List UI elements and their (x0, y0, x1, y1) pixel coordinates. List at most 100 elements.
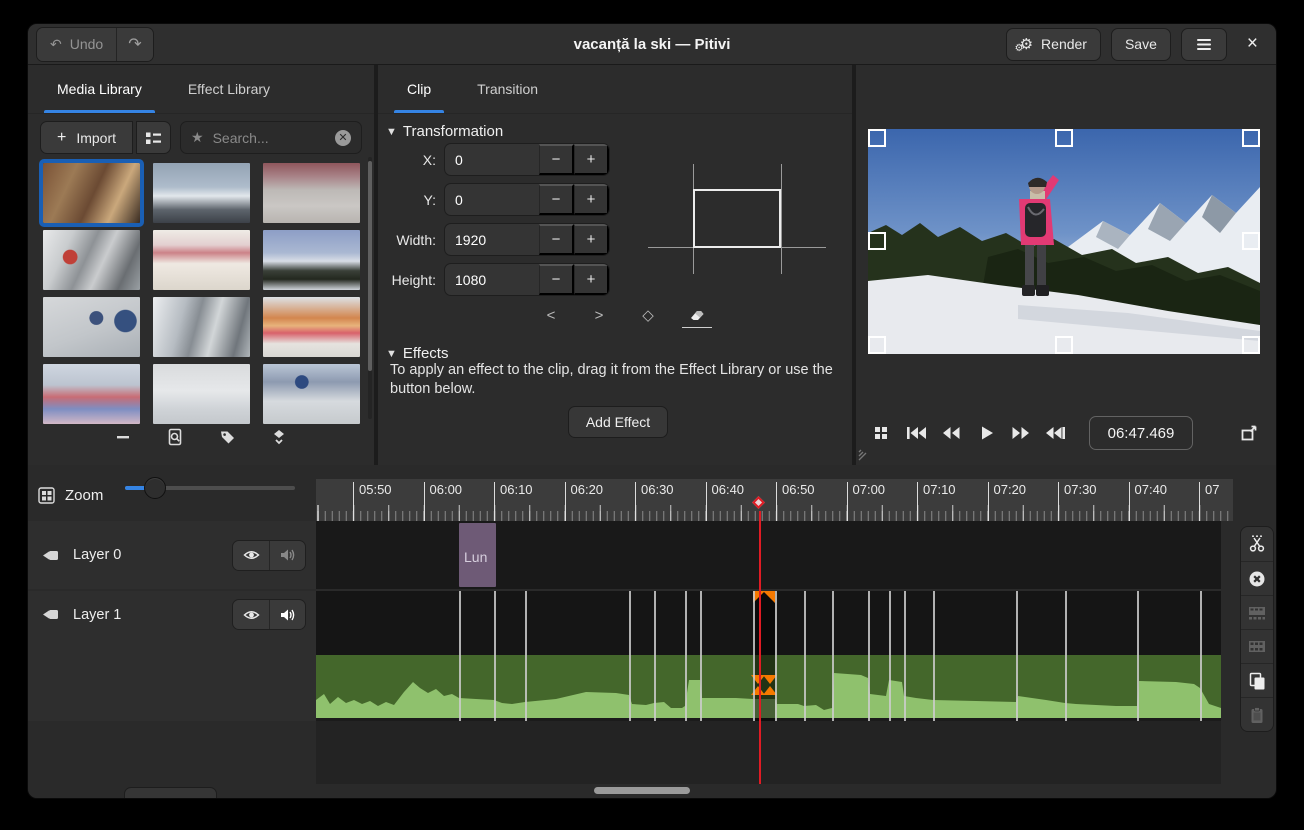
clip-boundary[interactable] (933, 591, 935, 721)
clip-boundary[interactable] (700, 591, 702, 721)
go-to-end-button[interactable] (1043, 418, 1069, 448)
list-view-toggle-button[interactable] (136, 121, 171, 154)
rewind-button[interactable] (938, 418, 964, 448)
clip-boundary[interactable] (753, 591, 755, 721)
media-thumbnail-ski-lesson-kids[interactable] (153, 230, 250, 290)
transform-handle-bottom-left[interactable] (868, 336, 886, 354)
layer0-controls[interactable]: Layer 0 (28, 521, 316, 589)
clip-boundary[interactable] (1065, 591, 1067, 721)
clip-boundary[interactable] (525, 591, 527, 721)
media-thumbnail-slope-orange-fence[interactable] (263, 297, 360, 357)
width-increment-button[interactable]: + (574, 224, 609, 255)
timeline-horizontal-scrollbar[interactable] (594, 787, 690, 794)
group-button[interactable] (1241, 629, 1273, 663)
redo-button[interactable]: ↷ (116, 28, 152, 61)
tab-media-library[interactable]: Media Library (38, 65, 161, 113)
y-value[interactable]: 0 (445, 184, 539, 215)
tab-transition[interactable]: Transition (458, 65, 557, 113)
transform-handle-top-left[interactable] (868, 129, 886, 147)
height-value[interactable]: 1080 (445, 264, 539, 295)
layer1-track[interactable] (316, 591, 1221, 721)
transformation-box-widget[interactable] (648, 154, 826, 281)
copy-button[interactable] (1241, 663, 1273, 697)
clip-boundary[interactable] (775, 591, 777, 721)
width-value[interactable]: 1920 (445, 224, 539, 255)
empty-track-area[interactable] (316, 721, 1221, 784)
height-decrement-button[interactable]: − (539, 264, 574, 295)
transform-handle-bottom-right[interactable] (1242, 336, 1260, 354)
add-effect-button[interactable]: Add Effect (568, 406, 668, 438)
zoom-slider-handle[interactable] (144, 477, 166, 499)
x-decrement-button[interactable]: − (539, 144, 574, 175)
transformation-rect[interactable] (693, 189, 781, 248)
go-to-start-button[interactable] (903, 418, 929, 448)
ungroup-button[interactable] (1241, 595, 1273, 629)
media-thumbnail-ski-lift-slope[interactable] (153, 364, 250, 424)
media-thumbnail-mountain-vista-trees[interactable] (263, 230, 360, 290)
clip-boundary[interactable] (1137, 591, 1139, 721)
tab-clip[interactable]: Clip (388, 65, 450, 113)
clear-search-icon[interactable]: ✕ (335, 130, 351, 146)
x-value[interactable]: 0 (445, 144, 539, 175)
playback-dock-button[interactable] (868, 418, 894, 448)
layer1-controls[interactable]: Layer 1 (28, 591, 316, 721)
insert-end-button[interactable] (266, 424, 292, 450)
height-increment-button[interactable]: + (574, 264, 609, 295)
clip-boundary[interactable] (832, 591, 834, 721)
y-decrement-button[interactable]: − (539, 184, 574, 215)
layer1-visibility-button[interactable] (233, 600, 269, 629)
clip-boundary[interactable] (804, 591, 806, 721)
width-decrement-button[interactable]: − (539, 224, 574, 255)
transform-handle-top-right[interactable] (1242, 129, 1260, 147)
search-input[interactable]: ★ Search... ✕ (180, 121, 362, 154)
remove-clip-button[interactable] (110, 424, 136, 450)
media-thumbnail-skiers-group[interactable] (263, 364, 360, 424)
clip-boundary[interactable] (685, 591, 687, 721)
transform-handle-mid-right[interactable] (1242, 232, 1260, 250)
clip-boundary[interactable] (904, 591, 906, 721)
clip-boundary[interactable] (1200, 591, 1202, 721)
zoom-slider[interactable] (125, 477, 295, 499)
import-button[interactable]: + Import (40, 121, 133, 154)
transform-handle-mid-left[interactable] (868, 232, 886, 250)
clip-boundary[interactable] (868, 591, 870, 721)
y-increment-button[interactable]: + (574, 184, 609, 215)
toggle-keyframe-button[interactable]: ◇ (633, 302, 663, 328)
close-button[interactable]: × (1237, 33, 1268, 55)
effects-expander[interactable]: ▼ Effects (386, 345, 448, 362)
timecode-entry[interactable]: 06:47.469 (1089, 416, 1193, 450)
forward-button[interactable] (1008, 418, 1034, 448)
clip-boundary[interactable] (654, 591, 656, 721)
selected-clip[interactable] (753, 591, 775, 721)
transform-handle-bottom-center[interactable] (1055, 336, 1073, 354)
clip-boundary[interactable] (459, 591, 461, 721)
media-thumbnail-child-red-snow[interactable] (43, 230, 140, 290)
transform-handle-top-center[interactable] (1055, 129, 1073, 147)
delete-clip-button[interactable] (1241, 561, 1273, 595)
next-keyframe-button[interactable]: > (584, 302, 614, 328)
menu-button[interactable] (1181, 28, 1227, 61)
undock-viewer-button[interactable] (1234, 418, 1264, 448)
transformation-expander[interactable]: ▼ Transformation (386, 123, 503, 140)
paste-button[interactable] (1241, 697, 1273, 731)
layer1-mute-button[interactable] (269, 600, 305, 629)
clip-boundary[interactable] (889, 591, 891, 721)
zoom-fit-icon[interactable] (38, 487, 55, 504)
render-button[interactable]: ⚙⚙ Render (1006, 28, 1101, 61)
undo-button[interactable]: ↶ Undo (37, 28, 116, 61)
media-thumbnail-ski-course-arches[interactable] (43, 364, 140, 424)
video-preview[interactable] (868, 129, 1260, 354)
clip-boundary[interactable] (629, 591, 631, 721)
tab-effect-library[interactable]: Effect Library (169, 65, 289, 113)
layer0-mute-button[interactable] (269, 541, 305, 570)
prev-keyframe-button[interactable]: < (536, 302, 566, 328)
media-thumbnail-indoor-restaurant-child[interactable] (43, 163, 140, 223)
clip-boundary[interactable] (494, 591, 496, 721)
tag-button[interactable] (214, 424, 240, 450)
reset-defaults-button[interactable] (682, 302, 712, 328)
layer0-clip[interactable]: Lun (459, 523, 496, 587)
split-clip-button[interactable] (1241, 527, 1273, 561)
media-thumbnail-sledding-people[interactable] (43, 297, 140, 357)
layer0-track[interactable]: Lun (316, 521, 1221, 589)
trim-handle-right[interactable] (763, 591, 775, 603)
